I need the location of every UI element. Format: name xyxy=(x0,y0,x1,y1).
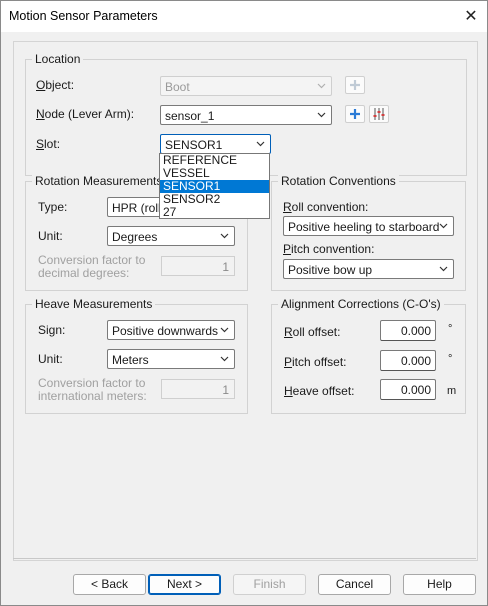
pitch-offset-input[interactable]: 0.000 xyxy=(380,350,436,371)
roll-convention-value: Positive heeling to starboard xyxy=(288,220,440,234)
help-button-label: Help xyxy=(427,577,452,591)
chevron-down-icon xyxy=(439,266,448,272)
heave-conversion-label-line1: Conversion factor to xyxy=(38,376,146,390)
object-combo-value: Boot xyxy=(165,80,190,94)
slot-combo[interactable]: SENSOR1 xyxy=(160,134,271,154)
slot-dropdown-list: REFERENCE VESSEL SENSOR1 SENSOR2 27 xyxy=(159,153,270,219)
node-label: Node (Lever Arm): xyxy=(36,107,135,121)
plus-icon xyxy=(350,109,360,119)
node-settings-button[interactable] xyxy=(369,105,389,123)
rotation-unit-label: Unit: xyxy=(38,229,63,243)
rotation-type-label: Type: xyxy=(38,200,68,214)
roll-offset-input[interactable]: 0.000 xyxy=(380,320,436,341)
add-node-button[interactable] xyxy=(345,105,365,123)
location-group-label: Location xyxy=(32,52,84,66)
pitch-offset-unit: ° xyxy=(448,353,453,365)
rotation-measurements-label: Rotation Measurements xyxy=(32,174,166,188)
roll-convention-combo[interactable]: Positive heeling to starboard xyxy=(283,216,454,236)
heave-conversion-label-line2: international meters: xyxy=(38,389,147,403)
rotation-conventions-label: Rotation Conventions xyxy=(278,174,399,188)
heave-conversion-field: 1 xyxy=(161,379,235,399)
heave-sign-combo[interactable]: Positive downwards xyxy=(107,320,235,340)
roll-offset-label: Roll offset: xyxy=(284,325,341,339)
title-bar: Motion Sensor Parameters ✕ xyxy=(1,1,487,32)
node-combo-value: sensor_1 xyxy=(165,109,215,123)
roll-convention-label: Roll convention: xyxy=(283,200,369,214)
node-combo[interactable]: sensor_1 xyxy=(160,105,332,125)
slot-label: Slot: xyxy=(36,137,61,151)
dialog-window: Motion Sensor Parameters ✕ Location Obje… xyxy=(0,0,488,606)
pitch-convention-combo[interactable]: Positive bow up xyxy=(283,259,454,279)
next-button-label: Next > xyxy=(166,577,202,591)
back-button-label: < Back xyxy=(90,577,129,591)
heave-unit-label: Unit: xyxy=(38,352,63,366)
chevron-down-icon xyxy=(439,223,448,229)
window-title: Motion Sensor Parameters xyxy=(9,9,158,23)
heave-sign-value: Positive downwards xyxy=(112,324,219,338)
rotation-unit-combo[interactable]: Degrees xyxy=(107,226,235,246)
chevron-down-icon xyxy=(220,233,229,239)
heave-conversion-label: Conversion factor to international meter… xyxy=(38,377,147,403)
object-label: Object: xyxy=(36,78,75,92)
plus-icon xyxy=(350,80,360,90)
rotation-conversion-label: Conversion factor to decimal degrees: xyxy=(38,254,145,280)
sliders-icon xyxy=(373,108,385,120)
alignment-corrections-label: Alignment Corrections (C-O's) xyxy=(278,297,444,311)
cancel-button-label: Cancel xyxy=(335,577,374,591)
roll-offset-unit: ° xyxy=(448,323,453,335)
dialog-body: Location Object: Boot Node (Lever Arm): … xyxy=(1,32,487,605)
slot-option[interactable]: 27 xyxy=(160,206,269,219)
chevron-down-icon xyxy=(220,327,229,333)
chevron-down-icon xyxy=(317,83,326,89)
chevron-down-icon xyxy=(256,141,265,147)
next-button[interactable]: Next > xyxy=(148,574,221,595)
chevron-down-icon xyxy=(317,112,326,118)
object-combo: Boot xyxy=(160,76,332,96)
heave-sign-label: Sign: xyxy=(38,323,66,337)
heave-offset-unit: m xyxy=(447,385,457,397)
add-object-button xyxy=(345,76,365,94)
back-button[interactable]: < Back xyxy=(73,574,146,595)
chevron-down-icon xyxy=(220,356,229,362)
rotation-unit-value: Degrees xyxy=(112,230,158,244)
button-separator xyxy=(13,558,476,559)
wizard-page-panel: Location Object: Boot Node (Lever Arm): … xyxy=(13,41,478,561)
rotation-conversion-label-line2: decimal degrees: xyxy=(38,266,130,280)
pitch-convention-value: Positive bow up xyxy=(288,263,373,277)
pitch-convention-label: Pitch convention: xyxy=(283,242,375,256)
heave-offset-input[interactable]: 0.000 xyxy=(380,379,436,400)
rotation-conversion-field: 1 xyxy=(161,256,235,276)
slot-option[interactable]: SENSOR2 xyxy=(160,193,269,206)
heave-offset-label: Heave offset: xyxy=(284,384,355,398)
help-button[interactable]: Help xyxy=(403,574,476,595)
finish-button-label: Finish xyxy=(253,577,286,591)
heave-measurements-label: Heave Measurements xyxy=(32,297,156,311)
heave-unit-combo[interactable]: Meters xyxy=(107,349,235,369)
heave-unit-value: Meters xyxy=(112,353,149,367)
pitch-offset-label: Pitch offset: xyxy=(284,355,347,369)
rotation-conversion-label-line1: Conversion factor to xyxy=(38,253,146,267)
close-icon[interactable]: ✕ xyxy=(455,1,487,32)
finish-button: Finish xyxy=(233,574,306,595)
slot-combo-value: SENSOR1 xyxy=(165,138,223,152)
cancel-button[interactable]: Cancel xyxy=(318,574,391,595)
